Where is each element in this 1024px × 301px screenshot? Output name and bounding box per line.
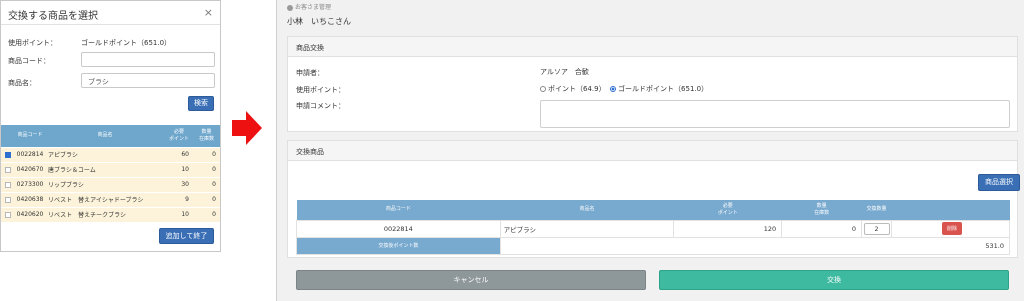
cell-points: 10 [165,206,193,222]
table-row[interactable]: 0420670 唐ブラシ＆コーム 10 0 [1,161,220,177]
points-label: 使用ポイント： [296,86,345,94]
cell-stock: 0 [193,146,220,162]
cell-name: アピブラシ [499,219,675,238]
name-label: 商品名： [8,79,36,87]
code-input[interactable] [81,52,215,67]
product-select-modal: 交換する商品を選択 × 使用ポイント： ゴールドポイント（651.0） 商品コー… [0,0,221,252]
items-panel: 交換商品 商品選択 商品コード 商品名 必要 ポイント 数量 在庫数 交換数量 00… [287,140,1020,258]
items-panel-title: 交換商品 [288,141,1017,161]
cell-stock: 0 [781,219,863,238]
screenshot-root: 交換する商品を選択 × 使用ポイント： ゴールドポイント（651.0） 商品コー… [0,0,1024,301]
comment-label: 申請コメント： [296,102,345,110]
col-stock-header: 数量 在庫数 [193,125,220,147]
code-label: 商品コード： [8,57,50,65]
cell-qty: 2 [861,219,893,238]
checkbox[interactable] [5,211,11,218]
radio-point[interactable] [540,86,546,92]
cell-stock: 0 [193,206,220,222]
col-qty-header: 交換数量 [861,200,892,220]
cell-name: 唐ブラシ＆コーム [45,161,165,177]
customer-name: 小林 いちこさん [287,17,351,26]
table-row[interactable]: 0273300 リップブラシ 30 0 [1,176,220,192]
cell-points: 10 [165,161,193,177]
col-stock-header: 数量 在庫数 [781,200,862,220]
modal-title: 交換する商品を選択 [8,11,98,22]
col-action-header [891,200,1010,220]
cell-code: 0022814 [296,219,501,238]
cell-points: 30 [165,176,193,192]
delete-button[interactable]: 削除 [942,222,963,235]
arrow-right-icon [232,111,262,145]
qty-input[interactable]: 2 [863,222,890,235]
main-panel: お客さま管理 小林 いちこさん 商品交換 申請者： アルソア 合歓 使用ポイント… [276,0,1024,301]
modal-header: 交換する商品を選択 × [1,1,220,25]
points-label: 使用ポイント： [8,39,57,47]
checkbox-header [1,125,15,147]
checkbox[interactable] [5,196,11,203]
cell-code: 0420670 [15,161,45,177]
col-code-header: 商品コード [296,200,501,220]
exchange-panel-title: 商品交換 [288,37,1017,57]
items-table: 商品コード 商品名 必要 ポイント 数量 在庫数 交換数量 0022814 アピブラ… [296,200,1011,255]
row-checkbox[interactable] [1,161,15,177]
add-and-close-button[interactable]: 追加して終了 [159,228,214,244]
radio-point-label: ポイント（64.9） [548,85,606,93]
product-table: 商品コード 商品名 必要 ポイント 数量 在庫数 0022814 アピブラシ 60 0 04… [1,125,220,222]
radio-gold-point-label: ゴールドポイント（651.0） [618,85,709,93]
col-points-header: 必要 ポイント [673,200,782,220]
row-checkbox[interactable] [1,146,15,162]
applicant-value: アルソア 合歓 [540,68,589,76]
cell-name: アピブラシ [45,146,165,162]
checkbox[interactable] [5,151,11,158]
checkbox[interactable] [5,181,11,188]
point-radio[interactable]: ポイント（64.9） [540,85,606,93]
cell-points: 120 [673,219,783,238]
col-name-header: 商品名 [45,125,165,147]
table-row[interactable]: 0420620 リベスト 替えチークブラシ 10 0 [1,206,220,222]
sum-row: 交換後ポイント数 531.0 [296,236,1011,255]
breadcrumb[interactable]: お客さま管理 [287,2,331,11]
point-options: ポイント（64.9） ゴールドポイント（651.0） [540,84,708,94]
comment-textarea[interactable] [540,100,1010,128]
exchange-button[interactable]: 交換 [659,270,1009,290]
radio-gold-point[interactable] [610,86,617,92]
table-row: 0022814 アピブラシ 120 0 2 削除 [296,219,1010,238]
row-checkbox[interactable] [1,206,15,222]
table-row[interactable]: 0420638 リベスト 替えアイシャドーブラシ 9 0 [1,191,220,207]
cell-name: リベスト 替えチークブラシ [45,206,165,222]
row-checkbox[interactable] [1,191,15,207]
cell-code: 0420620 [15,206,45,222]
select-product-button[interactable]: 商品選択 [978,174,1020,191]
cell-stock: 0 [193,191,220,207]
name-input[interactable]: ブラシ [81,73,215,88]
cell-points: 60 [165,146,193,162]
cell-stock: 0 [193,161,220,177]
cancel-button[interactable]: キャンセル [296,270,646,290]
cell-code: 0420638 [15,191,45,207]
cell-code: 0022814 [15,146,45,162]
breadcrumb-label: お客さま管理 [295,4,332,11]
table-row[interactable]: 0022814 アピブラシ 60 0 [1,146,220,162]
exchange-panel: 商品交換 申請者： アルソア 合歓 使用ポイント： ポイント（64.9） ゴール… [287,36,1018,132]
points-value: ゴールドポイント（651.0） [81,39,172,47]
checkbox[interactable] [5,166,11,173]
close-icon[interactable]: × [204,6,213,19]
cell-code: 0273300 [15,176,45,192]
cell-name: リベスト 替えアイシャドーブラシ [45,191,165,207]
gold-point-radio[interactable]: ゴールドポイント（651.0） [610,85,708,93]
applicant-label: 申請者： [296,69,324,77]
search-button[interactable]: 検索 [188,96,214,111]
col-code-header: 商品コード [15,125,45,147]
col-name-header: 商品名 [500,200,674,220]
col-points-header: 必要 ポイント [165,125,193,147]
row-checkbox[interactable] [1,176,15,192]
cell-action: 削除 [891,219,1010,238]
customers-icon [287,4,293,11]
cell-stock: 0 [193,176,220,192]
sum-value: 531.0 [499,236,1011,255]
cell-points: 9 [165,191,193,207]
sum-label: 交換後ポイント数 [296,236,501,255]
cell-name: リップブラシ [45,176,165,192]
